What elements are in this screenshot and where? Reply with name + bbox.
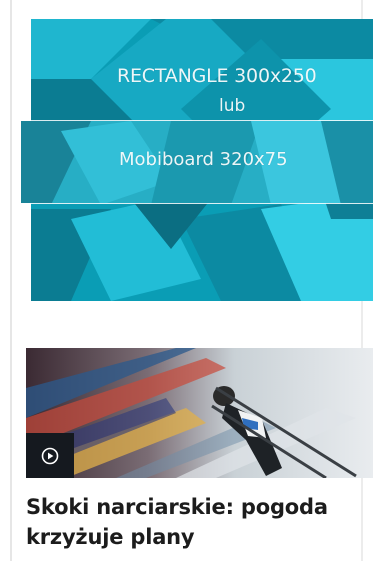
play-video-button[interactable] — [26, 433, 74, 478]
article-headline[interactable]: Skoki narciarskie: pogoda krzyżuje plany — [26, 492, 362, 552]
ad-mobiboard-label: Mobiboard 320x75 — [119, 149, 288, 170]
ad-mobiboard-band[interactable]: Mobiboard 320x75 — [20, 120, 373, 204]
play-circle-icon — [41, 447, 59, 464]
left-divider — [10, 0, 12, 561]
ad-or-label: lub — [219, 96, 246, 116]
ski-jumper-photo — [26, 348, 373, 478]
article-thumbnail[interactable] — [26, 348, 373, 478]
ad-size-label: RECTANGLE 300x250 — [117, 65, 317, 87]
